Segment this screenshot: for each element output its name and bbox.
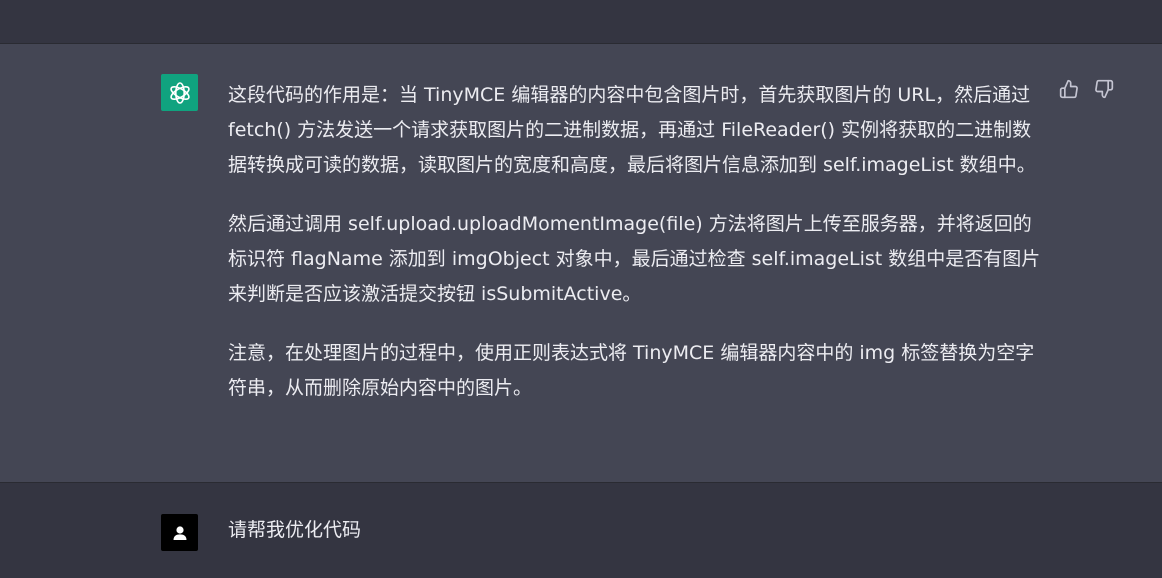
thumbs-down-button[interactable] <box>1093 78 1115 100</box>
user-message-block: 请帮我优化代码 <box>0 483 1162 578</box>
openai-logo-icon <box>169 81 190 104</box>
user-icon <box>173 525 186 540</box>
message-paragraph: 注意，在处理图片的过程中，使用正则表达式将 TinyMCE 编辑器内容中的 im… <box>228 342 1035 399</box>
top-strip <box>0 0 1162 44</box>
user-avatar <box>161 514 198 551</box>
thumbs-up-button[interactable] <box>1058 78 1080 100</box>
assistant-avatar <box>161 74 198 111</box>
chat-page: 这段代码的作用是：当 TinyMCE 编辑器的内容中包含图片时，首先获取图片的 … <box>0 0 1162 578</box>
thumbs-down-icon <box>1095 79 1114 99</box>
message-paragraph: 这段代码的作用是：当 TinyMCE 编辑器的内容中包含图片时，首先获取图片的 … <box>228 84 1036 176</box>
message-paragraph: 然后通过调用 self.upload.uploadMomentImage(fil… <box>228 213 1041 305</box>
assistant-message: 这段代码的作用是：当 TinyMCE 编辑器的内容中包含图片时，首先获取图片的 … <box>228 78 1048 430</box>
thumbs-up-icon <box>1059 79 1078 99</box>
assistant-message-block: 这段代码的作用是：当 TinyMCE 编辑器的内容中包含图片时，首先获取图片的 … <box>0 44 1162 483</box>
user-message: 请帮我优化代码 <box>228 519 362 541</box>
